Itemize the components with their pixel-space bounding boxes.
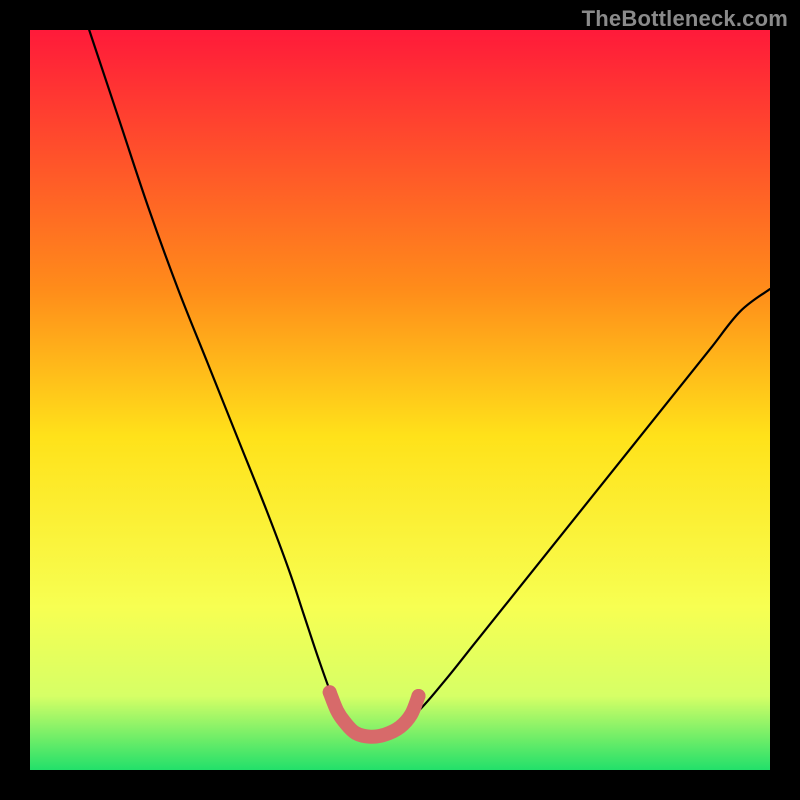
bottleneck-chart xyxy=(0,0,800,800)
gradient-background xyxy=(30,30,770,770)
optimum-endpoint-left xyxy=(323,685,337,699)
optimum-endpoint-right xyxy=(412,689,426,703)
chart-frame: { "watermark": "TheBottleneck.com", "cha… xyxy=(0,0,800,800)
